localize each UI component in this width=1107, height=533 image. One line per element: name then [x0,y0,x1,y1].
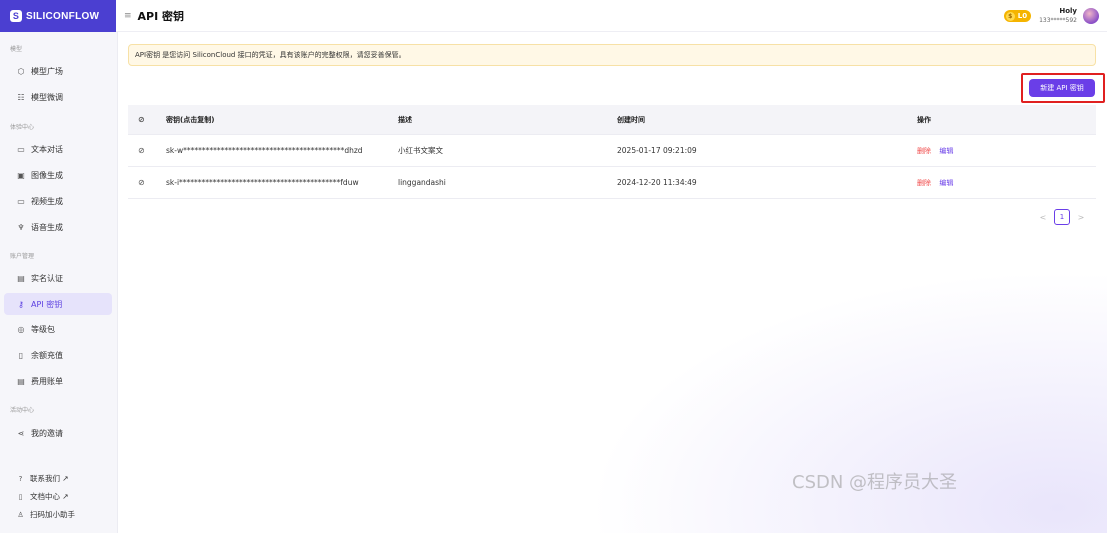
delete-button[interactable]: 删除 [917,147,931,155]
user-phone: 133*****592 [1039,17,1077,24]
table-header: ⊘ 密钥(点击复制) 描述 创建时间 操作 [128,105,1096,135]
assistant-link[interactable]: ♙ 扫码加小助手 [16,509,75,520]
menu-icon[interactable]: ≡ [124,11,132,21]
sidebar-item-label: 图像生成 [31,170,63,180]
sidebar-item-label: 模型微调 [31,92,63,102]
mic-icon: ♆ [17,222,25,232]
section-title-account: 账户管理 [10,253,35,260]
avatar[interactable] [1083,8,1099,24]
api-key-value[interactable]: sk-w************************************… [166,146,398,155]
sidebar-item-label: API 密钥 [31,299,63,309]
logo-icon: S [10,10,22,22]
sidebar-item-label: 文本对话 [31,144,63,154]
prev-page-button[interactable]: < [1036,213,1050,222]
sidebar-item-billing[interactable]: ▤ 费用账单 [4,370,112,392]
wallet-icon: ▯ [18,350,24,360]
footer-link-label: 文档中心 ↗ [30,492,69,501]
key-description: linggandashi [398,178,446,187]
help-icon: ? [18,474,23,483]
docs-link[interactable]: ▯ 文档中心 ↗ [16,491,69,502]
sliders-icon: ☷ [17,92,25,102]
sidebar-item-label: 我的邀请 [31,428,63,438]
sidebar-item-verification[interactable]: ▤ 实名认证 [4,267,112,289]
section-title-activity: 活动中心 [10,407,35,414]
chat-icon: ▭ [17,144,25,154]
sidebar-item-label: 语音生成 [31,222,63,232]
user-icon: ♙ [17,510,24,519]
table-row: ⊘ sk-i**********************************… [128,167,1096,199]
sidebar-item-label: 余额充值 [31,350,63,360]
package-icon: ◎ [17,324,25,334]
sidebar: 模型 ⬡ 模型广场 ☷ 模型微调 体验中心 ▭ 文本对话 ▣ 图像生成 ▭ 视频… [0,32,118,533]
col-header-key: 密钥(点击复制) [166,115,215,124]
col-header-actions: 操作 [917,115,931,124]
footer-link-label: 联系我们 ↗ [30,474,69,483]
sidebar-item-invite[interactable]: ⋖ 我的邀请 [4,422,112,444]
footer-link-label: 扫码加小助手 [30,510,75,519]
api-key-table: ⊘ 密钥(点击复制) 描述 创建时间 操作 ⊘ sk-w************… [128,105,1096,199]
visibility-icon[interactable]: ⊘ [128,146,166,155]
main-content: API密钥 是您访问 SiliconCloud 接口的凭证，具有该账户的完整权限… [118,32,1107,533]
edit-button[interactable]: 编辑 [939,147,953,155]
page-number[interactable]: 1 [1054,209,1070,225]
key-icon: ⚷ [18,299,24,309]
brand-logo[interactable]: S SILICONFLOW [0,0,116,32]
next-page-button[interactable]: > [1074,213,1088,222]
sidebar-item-video-gen[interactable]: ▭ 视频生成 [4,190,112,212]
contact-us-link[interactable]: ? 联系我们 ↗ [16,473,69,484]
notice-banner: API密钥 是您访问 SiliconCloud 接口的凭证，具有该账户的完整权限… [128,44,1096,66]
top-bar: S SILICONFLOW ≡ API 密钥 $ L0 Holy 133****… [0,0,1107,32]
sidebar-item-level-pack[interactable]: ◎ 等级包 [4,318,112,340]
watermark: CSDN @程序员大圣 [792,472,958,493]
visibility-icon[interactable]: ⊘ [128,115,166,124]
coin-icon: $ [1005,11,1015,21]
section-title-models: 模型 [10,46,23,53]
cube-icon: ⬡ [17,66,25,76]
level-badge[interactable]: $ L0 [1003,10,1032,22]
id-card-icon: ▤ [17,273,25,283]
sidebar-item-label: 费用账单 [31,376,63,386]
sidebar-item-label: 实名认证 [31,273,63,283]
sidebar-item-text-chat[interactable]: ▭ 文本对话 [4,138,112,160]
sidebar-item-model-square[interactable]: ⬡ 模型广场 [4,60,112,82]
sidebar-item-voice-gen[interactable]: ♆ 语音生成 [4,216,112,238]
page-title: API 密钥 [137,10,185,23]
key-description: 小红书文案文 [398,146,443,155]
sidebar-item-recharge[interactable]: ▯ 余额充值 [4,344,112,366]
delete-button[interactable]: 删除 [917,179,931,187]
doc-icon: ▯ [18,492,23,501]
section-title-experience: 体验中心 [10,124,35,131]
sidebar-item-label: 视频生成 [31,196,63,206]
edit-button[interactable]: 编辑 [939,179,953,187]
sidebar-item-label: 等级包 [31,324,55,334]
key-created-time: 2024-12-20 11:34:49 [617,178,697,187]
brand-name: SILICONFLOW [26,10,100,22]
sidebar-item-image-gen[interactable]: ▣ 图像生成 [4,164,112,186]
level-label: L0 [1017,12,1028,20]
visibility-icon[interactable]: ⊘ [128,178,166,187]
pagination: < 1 > [1036,209,1088,225]
share-icon: ⋖ [17,428,25,438]
col-header-created: 创建时间 [617,115,645,124]
user-name: Holy [1059,7,1077,15]
new-api-key-button[interactable]: 新建 API 密钥 [1029,79,1095,97]
table-row: ⊘ sk-w**********************************… [128,135,1096,167]
sidebar-item-label: 模型广场 [31,66,63,76]
video-icon: ▭ [17,196,25,206]
col-header-desc: 描述 [398,115,412,124]
sidebar-item-fine-tune[interactable]: ☷ 模型微调 [4,86,112,108]
image-icon: ▣ [17,170,25,180]
notice-text: API密钥 是您访问 SiliconCloud 接口的凭证，具有该账户的完整权限… [135,51,406,59]
bill-icon: ▤ [17,376,25,386]
sidebar-item-api-keys[interactable]: ⚷ API 密钥 [4,293,112,315]
key-created-time: 2025-01-17 09:21:09 [617,146,697,155]
api-key-value[interactable]: sk-i************************************… [166,178,398,187]
